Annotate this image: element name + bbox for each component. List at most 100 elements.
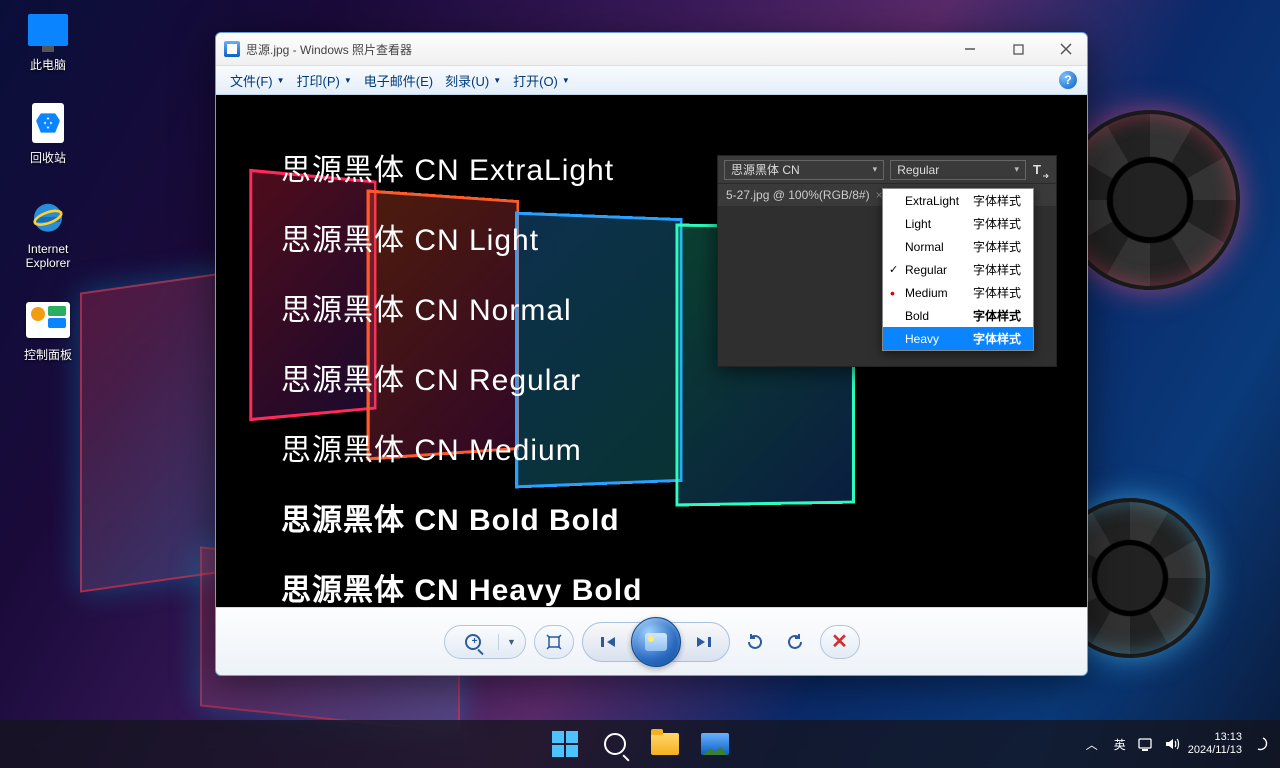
weight-sample: 字体样式 [973, 238, 1021, 255]
chevron-down-icon: ▼ [562, 76, 570, 85]
weight-name: Light [905, 217, 973, 231]
font-sample: 思源黑体 CN Heavy Bold [281, 565, 642, 607]
icon-label: 此电脑 [30, 56, 66, 73]
menubar: 文件(F)▼ 打印(P)▼ 电子邮件(E) 刻录(U)▼ 打开(O)▼ ? [216, 65, 1087, 95]
weight-sample: 字体样式 [973, 307, 1021, 324]
windows-logo-icon [552, 731, 578, 757]
weight-name: Medium [905, 286, 973, 300]
icon-label: Internet Explorer [26, 242, 71, 270]
start-button[interactable] [544, 724, 586, 764]
app-icon [224, 41, 240, 57]
zoom-icon: + [445, 634, 499, 650]
window-title: 思源.jpg - Windows 照片查看器 [246, 41, 412, 58]
delete-icon: ✕ [831, 629, 848, 654]
desktop-icon-this-pc[interactable]: 此电脑 [10, 8, 86, 73]
chevron-down-icon: ▾ [873, 164, 878, 175]
ie-icon [26, 194, 70, 238]
folder-icon [651, 733, 679, 755]
chevron-down-icon: ▼ [344, 76, 352, 85]
rotate-ccw-button[interactable] [738, 625, 772, 659]
focus-assist[interactable] [1248, 732, 1272, 756]
viewer-footer: + ▼ ✕ [216, 607, 1087, 675]
zoom-control[interactable]: + ▼ [444, 625, 526, 659]
font-sample: 思源黑体 CN Medium [281, 425, 642, 469]
font-sample: 思源黑体 CN Bold Bold [281, 495, 642, 539]
control-panel-icon [26, 302, 70, 338]
desktop: 此电脑 回收站 Internet Explorer 控制面板 思源.jpg - … [0, 0, 1280, 768]
font-picker-header: 思源黑体 CN▾ Regular▾ T [718, 156, 1056, 184]
nav-group [582, 622, 730, 662]
weight-name: Bold [905, 309, 973, 323]
maximize-button[interactable] [1005, 39, 1031, 59]
font-family-combo[interactable]: 思源黑体 CN▾ [724, 160, 884, 180]
font-picker-panel: 思源黑体 CN▾ Regular▾ T 5-27.jpg @ 100%(RGB/… [717, 155, 1057, 367]
system-tray: ︿ 英 13:13 2024/11/13 [1080, 731, 1280, 757]
menu-print[interactable]: 打印(P)▼ [293, 69, 356, 92]
weight-name: Normal [905, 240, 973, 254]
tray-overflow[interactable]: ︿ [1080, 736, 1104, 753]
menu-file[interactable]: 文件(F)▼ [226, 69, 289, 92]
next-button[interactable] [681, 622, 725, 662]
font-sample: 思源黑体 CN Regular [281, 355, 642, 399]
font-sample: 思源黑体 CN ExtraLight [281, 145, 642, 189]
slideshow-button[interactable] [631, 617, 681, 667]
weight-name: ExtraLight [905, 194, 973, 208]
font-weight-option[interactable]: Normal字体样式 [883, 235, 1033, 258]
help-button[interactable]: ? [1059, 71, 1077, 89]
desktop-icon-recycle-bin[interactable]: 回收站 [10, 101, 86, 166]
network-icon[interactable] [1136, 734, 1156, 754]
icon-label: 控制面板 [24, 346, 72, 363]
taskbar-explorer[interactable] [644, 724, 686, 764]
fit-button[interactable] [534, 625, 574, 659]
font-weight-option[interactable]: Regular字体样式 [883, 258, 1033, 281]
text-tool-icon[interactable]: T [1032, 161, 1050, 179]
menu-open[interactable]: 打开(O)▼ [509, 69, 574, 92]
taskbar-search[interactable] [594, 724, 636, 764]
chevron-down-icon: ▾ [1014, 164, 1019, 175]
font-weight-option[interactable]: Light字体样式 [883, 212, 1033, 235]
taskbar: ︿ 英 13:13 2024/11/13 [0, 720, 1280, 768]
chevron-down-icon: ▼ [277, 76, 285, 85]
weight-sample: 字体样式 [973, 261, 1021, 278]
ime-indicator[interactable]: 英 [1110, 736, 1130, 753]
desktop-icon-internet-explorer[interactable]: Internet Explorer [10, 194, 86, 270]
menu-burn[interactable]: 刻录(U)▼ [441, 69, 505, 92]
icon-label: 回收站 [30, 149, 66, 166]
photo-viewer-window: 思源.jpg - Windows 照片查看器 文件(F)▼ 打印(P)▼ 电子邮… [215, 32, 1088, 676]
weight-name: Heavy [905, 332, 973, 346]
recycle-bin-icon [32, 103, 64, 143]
taskbar-center [544, 724, 736, 764]
font-weight-option[interactable]: Bold字体样式 [883, 304, 1033, 327]
monitor-icon [28, 14, 68, 46]
clock[interactable]: 13:13 2024/11/13 [1188, 731, 1242, 757]
font-sample-list: 思源黑体 CN ExtraLight思源黑体 CN Light思源黑体 CN N… [281, 145, 642, 607]
slideshow-icon [645, 633, 667, 651]
weight-sample: 字体样式 [973, 284, 1021, 301]
minimize-button[interactable] [957, 39, 983, 59]
search-icon [604, 733, 626, 755]
image-viewport: 思源黑体 CN ExtraLight思源黑体 CN Light思源黑体 CN N… [216, 95, 1087, 607]
weight-sample: 字体样式 [973, 215, 1021, 232]
font-weight-option[interactable]: Heavy字体样式 [883, 327, 1033, 350]
desktop-icon-control-panel[interactable]: 控制面板 [10, 298, 86, 363]
taskbar-photo-viewer[interactable] [694, 724, 736, 764]
font-weight-combo[interactable]: Regular▾ [890, 160, 1026, 180]
weight-sample: 字体样式 [973, 330, 1021, 347]
volume-icon[interactable] [1162, 734, 1182, 754]
font-weight-option[interactable]: Medium字体样式 [883, 281, 1033, 304]
font-sample: 思源黑体 CN Light [281, 215, 642, 259]
rotate-cw-button[interactable] [778, 625, 812, 659]
font-weight-option[interactable]: ExtraLight字体样式 [883, 189, 1033, 212]
desktop-icons: 此电脑 回收站 Internet Explorer 控制面板 [10, 8, 86, 363]
image-icon [701, 733, 729, 755]
chevron-down-icon: ▼ [499, 637, 525, 647]
chevron-down-icon: ▼ [493, 76, 501, 85]
close-button[interactable] [1053, 39, 1079, 59]
svg-text:T: T [1033, 162, 1041, 177]
date: 2024/11/13 [1188, 744, 1242, 757]
menu-email[interactable]: 电子邮件(E) [360, 69, 437, 92]
delete-button[interactable]: ✕ [820, 625, 860, 659]
titlebar[interactable]: 思源.jpg - Windows 照片查看器 [216, 33, 1087, 65]
prev-button[interactable] [587, 622, 631, 662]
font-weight-dropdown: ExtraLight字体样式Light字体样式Normal字体样式Regular… [882, 188, 1034, 351]
